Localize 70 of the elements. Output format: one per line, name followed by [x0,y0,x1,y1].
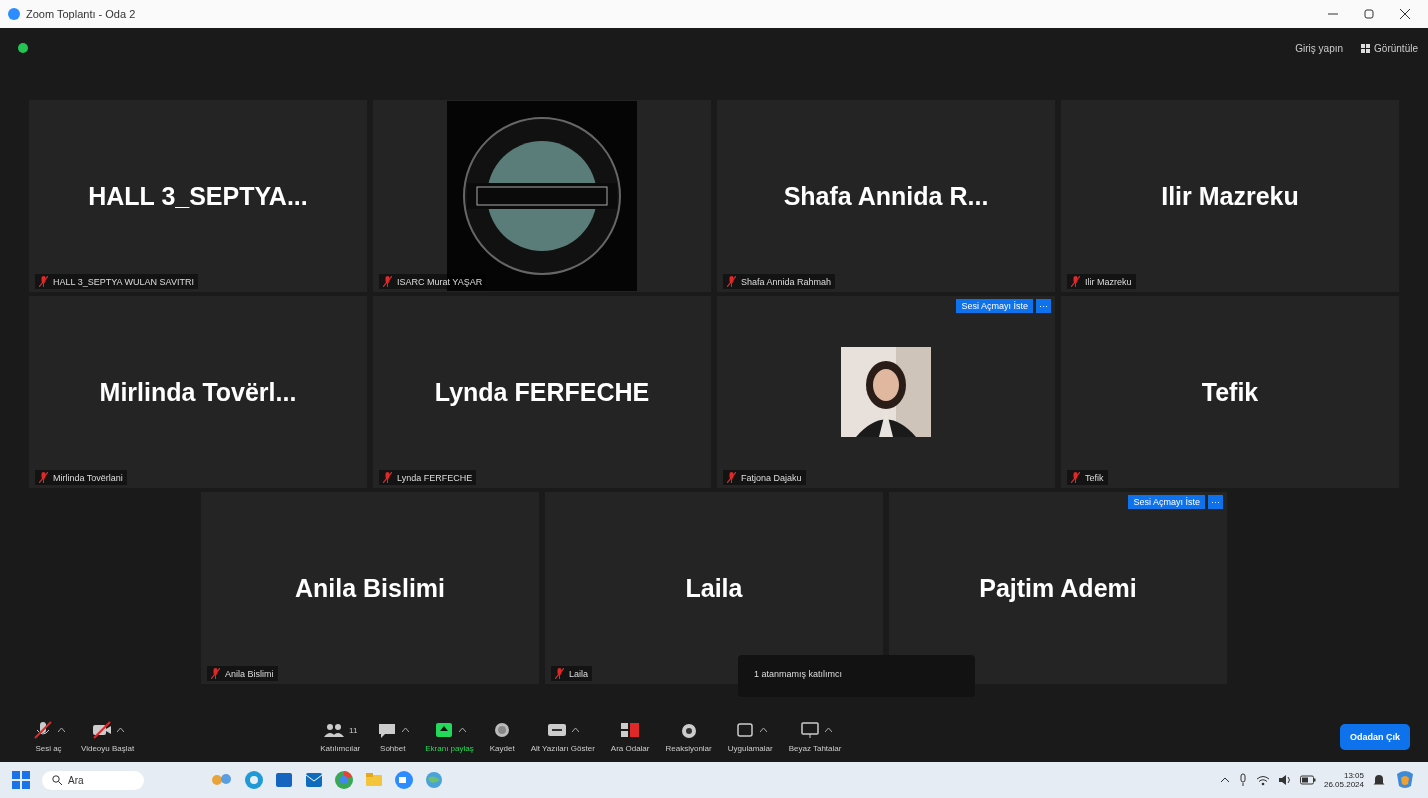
speaker-icon[interactable] [1277,774,1292,786]
mic-icon [32,721,54,739]
people-icon [323,721,346,739]
toolbar-button[interactable]: Kaydet [481,721,523,753]
caret-icon[interactable] [824,727,832,733]
tooltip: 1 atanmamış katılımcı [738,655,975,697]
participant-label: ISARC Murat YAŞAR [397,276,483,287]
caret-icon[interactable] [759,727,767,733]
bell-icon[interactable] [1372,773,1386,787]
search-icon [52,775,62,785]
view-button[interactable]: Görüntüle [1361,42,1418,54]
video-icon [91,721,114,739]
participant-name: Pajtim Ademi [979,573,1137,603]
participant-name: HALL 3_SEPTYA... [88,181,308,211]
wifi-icon[interactable] [1255,774,1270,786]
participant-label: Ilir Mazreku [1085,276,1132,287]
cc-icon [546,721,569,739]
caret-icon[interactable] [459,727,466,733]
leave-room-button[interactable]: Odadan Çık [1340,724,1410,750]
toolbar-button[interactable]: Beyaz Tahtalar [780,721,850,753]
clock-time[interactable]: 13:05 [1343,771,1364,780]
toolbar-button[interactable]: Sohbet [368,721,418,753]
mail-icon[interactable] [303,770,324,790]
caret-icon[interactable] [117,727,125,733]
participant-name: Mirlinda Tovërl... [99,377,297,407]
share-icon [433,721,455,739]
caret-icon[interactable] [58,727,65,733]
toolbar-button[interactable]: Reaksiyonlar [657,721,720,753]
participant-label: HALL 3_SEPTYA WULAN SAVITRI [53,276,194,287]
board-icon [798,721,821,739]
participant-label: Lynda FERFECHE [397,472,473,483]
toolbar-button[interactable]: Videoyu Başlat [73,721,143,753]
app-icon[interactable] [273,770,294,790]
participant-label: Tefik [1085,472,1104,483]
participant-label: Shafa Annida Rahmah [741,276,832,287]
search-field[interactable]: Ara [42,770,144,790]
participant-name: Tefik [1201,377,1259,407]
browser-icon[interactable] [243,770,264,790]
restore-icon[interactable] [1364,9,1374,19]
toolbar-button[interactable]: Ara Odalar [602,721,658,753]
close-icon[interactable] [1400,9,1410,19]
battery-icon[interactable] [1299,775,1316,785]
toolbar-button[interactable]: Ekranı paylaş [417,721,482,753]
rooms-icon [619,721,642,739]
participant-name: Ilir Mazreku [1161,181,1299,211]
toolbar-button[interactable]: Uygulamalar [719,721,781,753]
caret-icon[interactable] [572,727,580,733]
start-icon[interactable] [12,771,30,789]
toolbar-button[interactable]: Sesi aç [24,721,73,753]
participant-label: Mirlinda Tovërlani [53,472,123,483]
toolbar-button[interactable]: 11 Katılımcılar [312,721,369,753]
toolbar-button[interactable]: Alt Yazıları Göster [522,721,603,753]
participant-label: Anila Bislimi [225,668,274,679]
more-button[interactable]: ··· [1208,495,1223,509]
participant-name: Shafa Annida R... [783,181,989,211]
caret-icon[interactable] [402,727,410,733]
more-button[interactable]: ··· [1036,299,1051,313]
microphone-icon[interactable] [1237,773,1248,787]
participant-name: Laila [685,573,743,603]
ask-to-unmute-button[interactable]: Sesi Açmayı İste [1128,495,1205,509]
participant-name: Lynda FERFECHE [434,377,650,407]
participant-name: Anila Bislimi [294,573,445,603]
caret-icon[interactable] [1219,776,1230,784]
participant-label: Laila [569,668,588,679]
grid-icon [1361,43,1371,53]
clock-date[interactable]: 26.05.2024 [1323,780,1364,789]
participant-label: Fatjona Dajaku [741,472,802,483]
window-title: Zoom Toplantı - Oda 2 [26,8,136,20]
ask-to-unmute-button[interactable]: Sesi Açmayı İste [956,299,1033,313]
sign-in-link[interactable]: Giriş yapın [1295,42,1344,54]
